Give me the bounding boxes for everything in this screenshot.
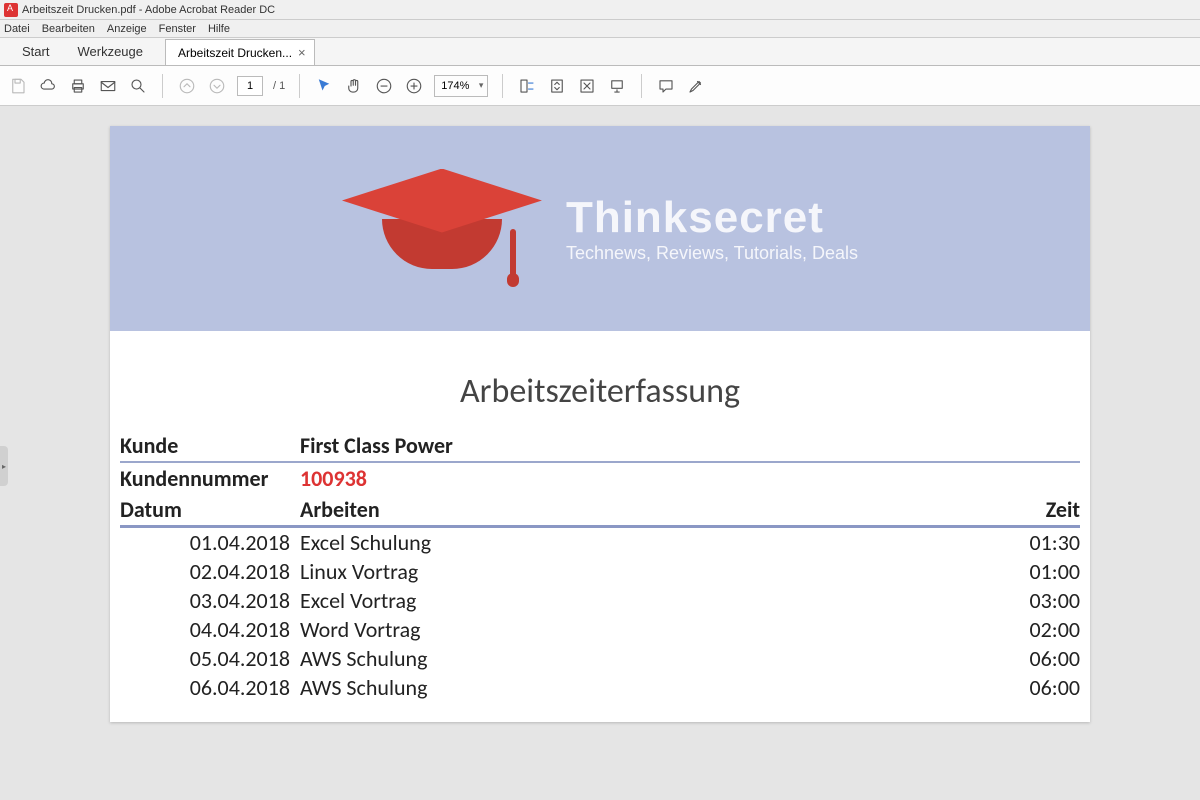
graduation-cap-logo xyxy=(342,169,542,289)
page-number-input[interactable] xyxy=(237,76,263,96)
data-rows-container: 01.04.2018Excel Schulung01:3002.04.2018L… xyxy=(120,528,1080,702)
menu-hilfe[interactable]: Hilfe xyxy=(208,23,230,35)
kundennummer-label: Kundennummer xyxy=(120,465,300,492)
highlight-icon[interactable] xyxy=(686,76,706,96)
cell-datum: 06.04.2018 xyxy=(120,674,300,701)
cell-arbeit: AWS Schulung xyxy=(300,645,960,672)
kunde-value: First Class Power xyxy=(300,432,1080,459)
banner: Thinksecret Technews, Reviews, Tutorials… xyxy=(110,126,1090,331)
tab-close-icon[interactable]: × xyxy=(298,45,306,60)
window-title: Arbeitszeit Drucken.pdf - Adobe Acrobat … xyxy=(22,4,275,16)
search-icon[interactable] xyxy=(128,76,148,96)
table-row: 03.04.2018Excel Vortrag03:00 xyxy=(120,586,1080,615)
page-total-label: / 1 xyxy=(273,80,285,92)
tab-tools[interactable]: Werkzeuge xyxy=(63,38,157,65)
document-heading: Arbeitszeiterfassung xyxy=(120,371,1080,412)
separator xyxy=(162,74,163,98)
cell-zeit: 01:30 xyxy=(960,529,1080,556)
table-row: 04.04.2018Word Vortrag02:00 xyxy=(120,615,1080,644)
fit-width-icon[interactable] xyxy=(517,76,537,96)
sidebar-expand-handle[interactable]: ▸ xyxy=(0,446,8,486)
separator xyxy=(502,74,503,98)
select-tool-icon[interactable] xyxy=(314,76,334,96)
comment-icon[interactable] xyxy=(656,76,676,96)
table-row: 01.04.2018Excel Schulung01:30 xyxy=(120,528,1080,557)
tab-document-label: Arbeitszeit Drucken... xyxy=(178,46,292,60)
cell-zeit: 02:00 xyxy=(960,616,1080,643)
separator xyxy=(299,74,300,98)
cell-zeit: 03:00 xyxy=(960,587,1080,614)
zoom-out-icon[interactable] xyxy=(374,76,394,96)
kundennummer-value: 100938 xyxy=(300,465,1080,492)
menu-fenster[interactable]: Fenster xyxy=(159,23,196,35)
tabbar: Start Werkzeuge Arbeitszeit Drucken... × xyxy=(0,38,1200,66)
tab-document[interactable]: Arbeitszeit Drucken... × xyxy=(165,39,315,65)
fullscreen-icon[interactable] xyxy=(577,76,597,96)
col-datum: Datum xyxy=(120,496,300,523)
zoom-value: 174% xyxy=(441,80,469,92)
kunde-label: Kunde xyxy=(120,432,300,459)
cell-datum: 04.04.2018 xyxy=(120,616,300,643)
kundennummer-row: Kundennummer 100938 xyxy=(120,463,1080,494)
cell-zeit: 06:00 xyxy=(960,674,1080,701)
hand-tool-icon[interactable] xyxy=(344,76,364,96)
acrobat-app-icon xyxy=(4,3,18,17)
fit-page-icon[interactable] xyxy=(547,76,567,96)
table-row: 02.04.2018Linux Vortrag01:00 xyxy=(120,557,1080,586)
print-icon[interactable] xyxy=(68,76,88,96)
zoom-in-icon[interactable] xyxy=(404,76,424,96)
tab-start[interactable]: Start xyxy=(8,38,63,65)
kunde-row: Kunde First Class Power xyxy=(120,430,1080,463)
banner-subtitle: Technews, Reviews, Tutorials, Deals xyxy=(566,243,858,264)
col-zeit: Zeit xyxy=(960,496,1080,523)
menu-anzeige[interactable]: Anzeige xyxy=(107,23,147,35)
separator xyxy=(641,74,642,98)
page-down-icon[interactable] xyxy=(207,76,227,96)
menu-bearbeiten[interactable]: Bearbeiten xyxy=(42,23,95,35)
table-row: 05.04.2018AWS Schulung06:00 xyxy=(120,644,1080,673)
cell-zeit: 01:00 xyxy=(960,558,1080,585)
cell-datum: 05.04.2018 xyxy=(120,645,300,672)
cell-datum: 03.04.2018 xyxy=(120,587,300,614)
cell-arbeit: Word Vortrag xyxy=(300,616,960,643)
banner-title: Thinksecret xyxy=(566,193,858,243)
col-arbeiten: Arbeiten xyxy=(300,496,960,523)
email-icon[interactable] xyxy=(98,76,118,96)
zoom-select[interactable]: 174% xyxy=(434,75,488,97)
window-titlebar: Arbeitszeit Drucken.pdf - Adobe Acrobat … xyxy=(0,0,1200,20)
toolbar: / 1 174% xyxy=(0,66,1200,106)
menubar: Datei Bearbeiten Anzeige Fenster Hilfe xyxy=(0,20,1200,38)
cloud-icon[interactable] xyxy=(38,76,58,96)
cell-datum: 02.04.2018 xyxy=(120,558,300,585)
cell-arbeit: AWS Schulung xyxy=(300,674,960,701)
page-up-icon[interactable] xyxy=(177,76,197,96)
cell-arbeit: Linux Vortrag xyxy=(300,558,960,585)
read-mode-icon[interactable] xyxy=(607,76,627,96)
cell-datum: 01.04.2018 xyxy=(120,529,300,556)
cell-zeit: 06:00 xyxy=(960,645,1080,672)
cell-arbeit: Excel Schulung xyxy=(300,529,960,556)
table-row: 06.04.2018AWS Schulung06:00 xyxy=(120,673,1080,702)
document-viewport[interactable]: ▸ Thinksecret Technews, Reviews, Tutoria… xyxy=(0,106,1200,800)
menu-datei[interactable]: Datei xyxy=(4,23,30,35)
column-header-row: Datum Arbeiten Zeit xyxy=(120,494,1080,528)
save-icon[interactable] xyxy=(8,76,28,96)
cell-arbeit: Excel Vortrag xyxy=(300,587,960,614)
pdf-page: Thinksecret Technews, Reviews, Tutorials… xyxy=(110,126,1090,722)
